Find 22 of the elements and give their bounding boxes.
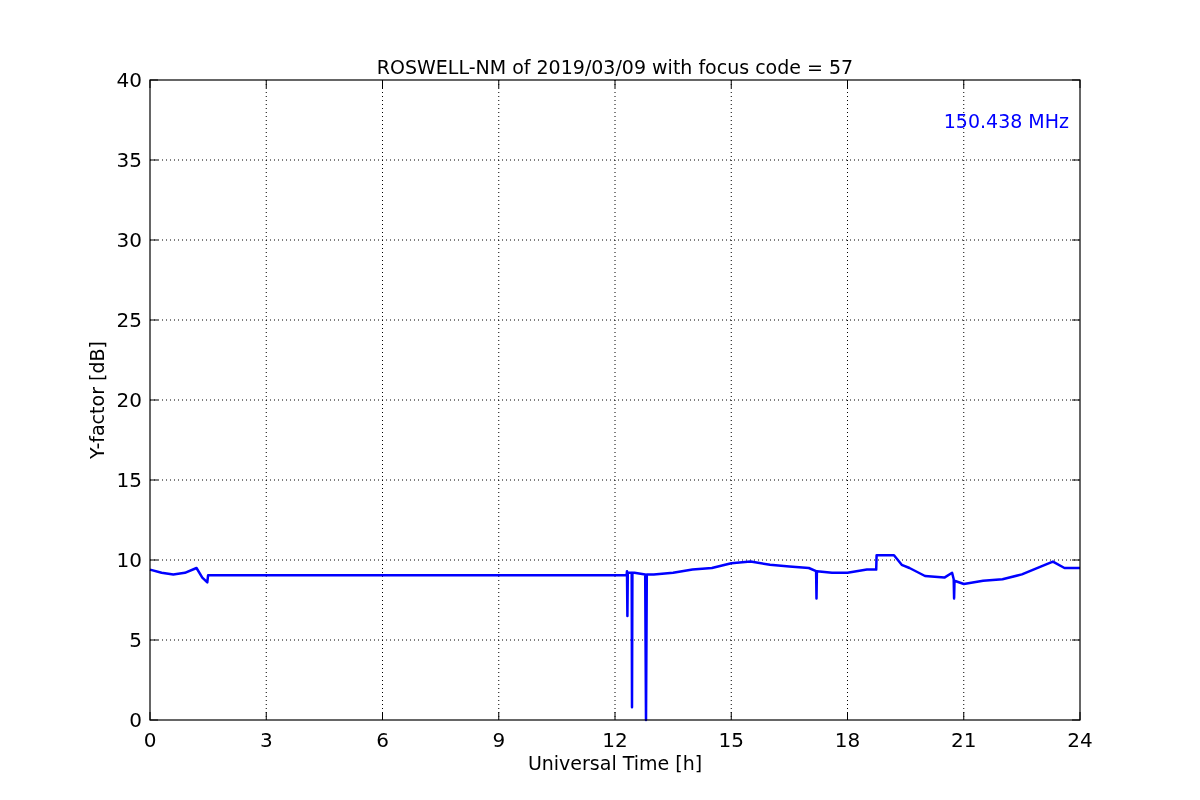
x-tick-label: 6 (376, 728, 389, 752)
x-tick-label: 15 (718, 728, 744, 752)
y-tick-label: 25 (116, 308, 142, 332)
y-tick-label: 40 (116, 68, 142, 92)
x-tick-label: 12 (602, 728, 628, 752)
y-tick-label: 10 (116, 548, 142, 572)
x-tick-label: 18 (834, 728, 861, 752)
y-tick-label: 15 (116, 468, 142, 492)
frequency-label: 150.438 MHz (943, 110, 1069, 132)
y-tick-label: 35 (116, 148, 142, 172)
x-tick-label: 9 (492, 728, 506, 752)
chart-title: ROSWELL-NM of 2019/03/09 with focus code = 57 (376, 56, 854, 78)
x-tick-label: 0 (143, 728, 157, 752)
y-axis-label: Y-factor [dB] (86, 341, 108, 459)
y-tick-label: 20 (116, 388, 142, 412)
x-tick-label: 24 (1067, 728, 1093, 752)
x-tick-label: 21 (951, 728, 977, 752)
y-tick-label: 0 (129, 708, 142, 732)
y-tick-label: 5 (129, 628, 142, 652)
x-tick-label: 3 (259, 728, 273, 752)
y-tick-label: 30 (116, 228, 142, 252)
x-axis-label: Universal Time [h] (527, 752, 703, 774)
